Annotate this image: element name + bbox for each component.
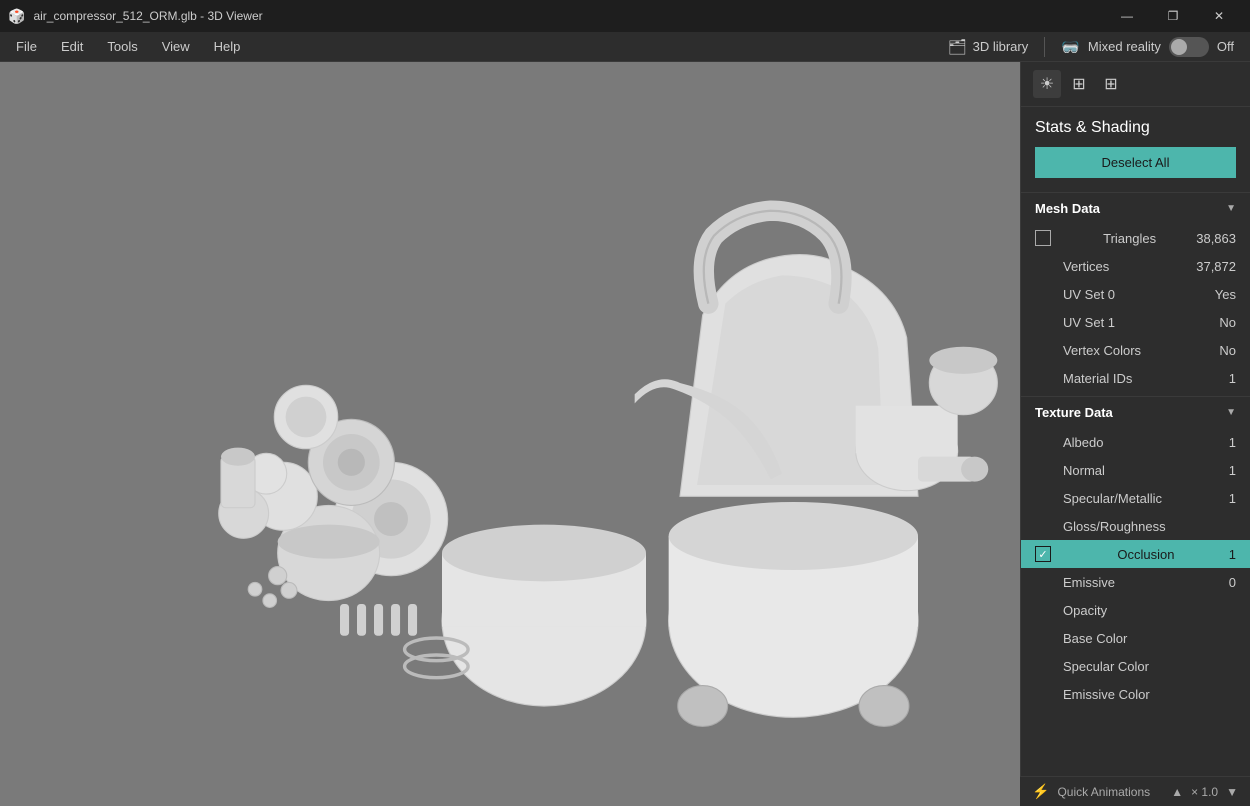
occlusion-row[interactable]: Occlusion 1 (1021, 540, 1250, 568)
window-controls: — ❐ ✕ (1104, 0, 1242, 32)
occlusion-checkbox[interactable] (1035, 546, 1051, 562)
material-ids-label: Material IDs (1063, 371, 1132, 386)
triangles-value: 38,863 (1196, 231, 1236, 246)
menubar: File Edit Tools View Help 🗂 3D library 🥽… (0, 32, 1250, 62)
specular-metallic-label: Specular/Metallic (1063, 491, 1162, 506)
menu-edit[interactable]: Edit (49, 35, 95, 58)
close-button[interactable]: ✕ (1196, 0, 1242, 32)
library-label: 3D library (973, 39, 1029, 54)
menu-view[interactable]: View (150, 35, 202, 58)
stats-shading-title: Stats & Shading (1021, 107, 1250, 147)
apps-icon[interactable]: ⊞ (1097, 70, 1125, 98)
triangles-label: Triangles (1103, 231, 1156, 246)
library-button[interactable]: 🗂 3D library (948, 38, 1029, 56)
panel-toolbar: ☀ ⊞ ⊞ (1021, 62, 1250, 107)
menu-file[interactable]: File (4, 35, 49, 58)
gloss-roughness-label: Gloss/Roughness (1063, 519, 1166, 534)
minimize-button[interactable]: — (1104, 0, 1150, 32)
emissive-color-label: Emissive Color (1063, 687, 1150, 702)
quick-animations-label[interactable]: Quick Animations (1057, 785, 1150, 799)
quick-animations-icon: ⚡ (1032, 783, 1049, 800)
uvset1-row: UV Set 1 No (1021, 308, 1250, 336)
menu-items: File Edit Tools View Help (4, 35, 252, 58)
uvset1-value: No (1219, 315, 1236, 330)
zoom-down-icon: ▼ (1226, 785, 1238, 799)
material-ids-value: 1 (1229, 371, 1236, 386)
emissive-label: Emissive (1063, 575, 1115, 590)
vertex-colors-value: No (1219, 343, 1236, 358)
texture-data-header[interactable]: Texture Data ▼ (1021, 396, 1250, 428)
vertices-value: 37,872 (1196, 259, 1236, 274)
material-ids-row: Material IDs 1 (1021, 364, 1250, 392)
occlusion-label: Occlusion (1117, 547, 1174, 562)
albedo-label: Albedo (1063, 435, 1103, 450)
viewport[interactable] (0, 62, 1020, 806)
mesh-data-chevron: ▼ (1226, 203, 1236, 214)
menu-tools[interactable]: Tools (95, 35, 149, 58)
specular-color-label: Specular Color (1063, 659, 1149, 674)
opacity-label: Opacity (1063, 603, 1107, 618)
zoom-up-icon: ▲ (1171, 785, 1183, 799)
specular-color-row: Specular Color (1021, 652, 1250, 680)
deselect-all-button[interactable]: Deselect All (1035, 147, 1236, 178)
texture-data-title: Texture Data (1035, 405, 1113, 420)
sun-icon[interactable]: ☀ (1033, 70, 1061, 98)
mesh-data-title: Mesh Data (1035, 201, 1100, 216)
restore-button[interactable]: ❐ (1150, 0, 1196, 32)
separator (1044, 37, 1045, 57)
normal-row: Normal 1 (1021, 456, 1250, 484)
mixed-reality-area: 🥽 Mixed reality Off (1061, 37, 1234, 57)
mixed-reality-label: Mixed reality (1088, 39, 1161, 54)
emissive-row: Emissive 0 (1021, 568, 1250, 596)
titlebar-title: 🎲 air_compressor_512_ORM.glb - 3D Viewer (8, 8, 263, 25)
uvset0-label: UV Set 0 (1063, 287, 1115, 302)
albedo-row: Albedo 1 (1021, 428, 1250, 456)
mixed-reality-toggle[interactable] (1169, 37, 1209, 57)
vertex-colors-label: Vertex Colors (1063, 343, 1141, 358)
texture-data-chevron: ▼ (1226, 407, 1236, 418)
menu-help[interactable]: Help (202, 35, 253, 58)
mesh-data-header[interactable]: Mesh Data ▼ (1021, 192, 1250, 224)
app-icon: 🎲 (8, 8, 25, 25)
vertex-colors-row: Vertex Colors No (1021, 336, 1250, 364)
specular-metallic-row: Specular/Metallic 1 (1021, 484, 1250, 512)
bottom-bar: ⚡ Quick Animations ▲ × 1.0 ▼ (1020, 776, 1250, 806)
uvset0-row: UV Set 0 Yes (1021, 280, 1250, 308)
uvset0-value: Yes (1215, 287, 1236, 302)
base-color-label: Base Color (1063, 631, 1127, 646)
viewport-content (0, 62, 1020, 806)
uvset1-label: UV Set 1 (1063, 315, 1115, 330)
menubar-right: 🗂 3D library 🥽 Mixed reality Off (948, 37, 1246, 57)
normal-label: Normal (1063, 463, 1105, 478)
zoom-value: × 1.0 (1191, 785, 1218, 799)
vertices-label: Vertices (1063, 259, 1109, 274)
emissive-value: 0 (1229, 575, 1236, 590)
emissive-color-row: Emissive Color (1021, 680, 1250, 708)
title-text: air_compressor_512_ORM.glb - 3D Viewer (33, 9, 262, 23)
mixed-reality-state: Off (1217, 39, 1234, 54)
occlusion-value: 1 (1229, 547, 1236, 562)
triangles-checkbox[interactable] (1035, 230, 1051, 246)
main-area: ☀ ⊞ ⊞ Stats & Shading Deselect All Mesh … (0, 62, 1250, 806)
normal-value: 1 (1229, 463, 1236, 478)
mixed-reality-icon: 🥽 (1061, 38, 1080, 56)
albedo-value: 1 (1229, 435, 1236, 450)
library-icon: 🗂 (948, 38, 967, 56)
base-color-row: Base Color (1021, 624, 1250, 652)
triangles-row: Triangles 38,863 (1021, 224, 1250, 252)
titlebar: 🎲 air_compressor_512_ORM.glb - 3D Viewer… (0, 0, 1250, 32)
3d-model (0, 62, 1020, 806)
opacity-row: Opacity (1021, 596, 1250, 624)
gloss-roughness-row: Gloss/Roughness (1021, 512, 1250, 540)
specular-metallic-value: 1 (1229, 491, 1236, 506)
right-panel: ☀ ⊞ ⊞ Stats & Shading Deselect All Mesh … (1020, 62, 1250, 806)
vertices-row: Vertices 37,872 (1021, 252, 1250, 280)
grid-icon[interactable]: ⊞ (1065, 70, 1093, 98)
